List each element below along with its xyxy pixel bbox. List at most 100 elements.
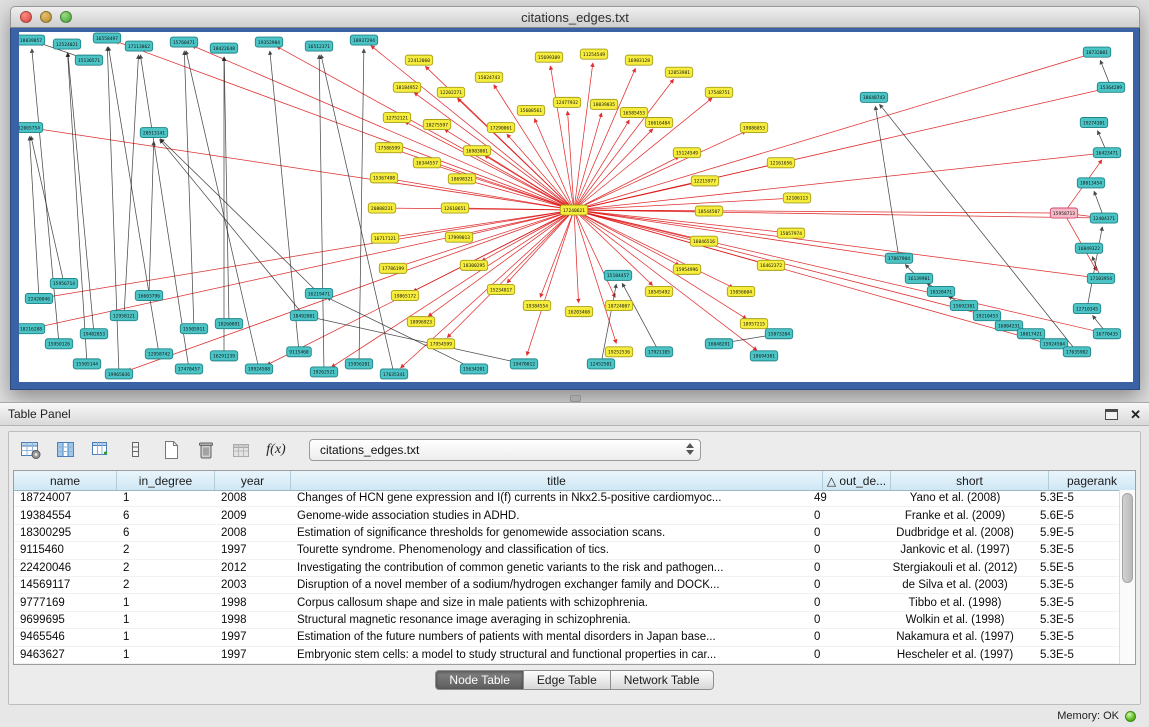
graph-node[interactable]: 19352984 bbox=[255, 37, 282, 47]
graph-node[interactable]: 17921105 bbox=[645, 347, 672, 357]
graph-node[interactable]: 17635902 bbox=[1063, 347, 1090, 357]
graph-node[interactable]: 12710345 bbox=[1073, 304, 1100, 314]
graph-node[interactable]: 18957215 bbox=[740, 319, 767, 329]
column-header[interactable]: △ out_de... bbox=[823, 471, 891, 490]
graph-node[interactable]: 15692301 bbox=[950, 301, 977, 311]
select-columns-button[interactable] bbox=[54, 438, 78, 462]
graph-node[interactable]: 16770435 bbox=[1093, 329, 1120, 339]
graph-node[interactable]: 16344557 bbox=[413, 158, 440, 168]
table-row[interactable]: 946362711997Embryonic stem cells: a mode… bbox=[14, 647, 1120, 664]
add-column-button[interactable] bbox=[89, 438, 113, 462]
graph-node[interactable]: 17635341 bbox=[380, 369, 407, 379]
table-settings-button[interactable] bbox=[19, 438, 43, 462]
graph-node[interactable]: 16048291 bbox=[705, 339, 732, 349]
table-row[interactable]: 1938455462009Genome-wide association stu… bbox=[14, 507, 1120, 524]
graph-node[interactable]: 18422648 bbox=[210, 43, 237, 53]
graph-node[interactable]: 12610651 bbox=[441, 203, 468, 213]
table-row[interactable]: 1456911722003Disruption of a novel membe… bbox=[14, 577, 1120, 594]
graph-node[interactable]: 16512371 bbox=[305, 41, 332, 51]
graph-node[interactable]: 16558497 bbox=[93, 33, 120, 43]
graph-node[interactable]: 19924508 bbox=[245, 364, 272, 374]
graph-node[interactable]: 18724007 bbox=[605, 301, 632, 311]
graph-node[interactable]: 12477932 bbox=[553, 97, 580, 107]
zoom-window-button[interactable] bbox=[60, 11, 72, 23]
graph-node[interactable]: 19210453 bbox=[973, 311, 1000, 321]
graph-node[interactable]: 12958121 bbox=[110, 311, 137, 321]
column-header[interactable]: year bbox=[215, 471, 291, 490]
column-header[interactable]: pagerank bbox=[1049, 471, 1135, 490]
graph-node[interactable]: 19470012 bbox=[510, 359, 537, 369]
graph-node[interactable]: 16585453 bbox=[620, 107, 647, 117]
graph-node[interactable]: 18694301 bbox=[750, 351, 777, 361]
graph-node[interactable]: 17548751 bbox=[705, 87, 732, 97]
network-canvas[interactable]: 1724062116616484151245491221597718544507… bbox=[19, 32, 1133, 382]
import-table-button[interactable] bbox=[229, 438, 253, 462]
graph-node[interactable]: 16291239 bbox=[210, 351, 237, 361]
graph-node[interactable]: 15367488 bbox=[370, 173, 397, 183]
graph-node[interactable]: 18839057 bbox=[19, 35, 45, 45]
tab-node-table[interactable]: Node Table bbox=[435, 670, 524, 690]
graph-node[interactable]: 18320471 bbox=[927, 286, 954, 296]
graph-node[interactable]: 9115460 bbox=[287, 347, 312, 357]
graph-node[interactable]: 19384554 bbox=[523, 301, 550, 311]
graph-node[interactable]: 17867904 bbox=[885, 253, 912, 263]
graph-node[interactable]: 18184952 bbox=[393, 82, 420, 92]
table-row[interactable]: 1872400712008Changes of HCN gene express… bbox=[14, 490, 1120, 507]
table-row[interactable]: 969969511998Structural magnetic resonanc… bbox=[14, 612, 1120, 629]
graph-node[interactable]: 17470457 bbox=[175, 364, 202, 374]
graph-node[interactable]: 18937294 bbox=[350, 35, 377, 45]
tab-network-table[interactable]: Network Table bbox=[611, 670, 714, 690]
graph-node[interactable]: 12215977 bbox=[691, 176, 718, 186]
table-vertical-scrollbar[interactable] bbox=[1119, 490, 1135, 664]
graph-node[interactable]: 15057974 bbox=[777, 228, 804, 238]
table-row[interactable]: 977716911998Corpus callosum shape and si… bbox=[14, 594, 1120, 611]
graph-node[interactable]: 18275597 bbox=[423, 120, 450, 130]
graph-node[interactable]: 15873204 bbox=[765, 329, 792, 339]
graph-node[interactable]: 18017421 bbox=[1017, 329, 1044, 339]
graph-node[interactable]: 15056604 bbox=[727, 286, 754, 296]
graph-node[interactable]: 18698321 bbox=[448, 174, 475, 184]
function-builder-button[interactable]: f(x) bbox=[264, 438, 288, 462]
graph-node[interactable]: 18216288 bbox=[19, 324, 45, 334]
graph-node[interactable]: 15364289 bbox=[1097, 82, 1124, 92]
graph-node[interactable]: 12524021 bbox=[53, 39, 80, 49]
scrollbar-thumb[interactable] bbox=[1122, 493, 1133, 583]
graph-node[interactable]: 16219471 bbox=[305, 288, 332, 298]
graph-node[interactable]: 15634201 bbox=[460, 364, 487, 374]
graph-node[interactable]: 15950126 bbox=[45, 339, 72, 349]
graph-node[interactable]: 15130571 bbox=[75, 55, 102, 65]
graph-node[interactable]: 15824743 bbox=[475, 72, 502, 82]
graph-node[interactable]: 15954996 bbox=[673, 264, 700, 274]
graph-node[interactable]: 15505911 bbox=[180, 324, 207, 334]
graph-node[interactable]: 15505144 bbox=[73, 359, 100, 369]
graph-node[interactable]: 16983128 bbox=[625, 55, 652, 65]
graph-node[interactable]: 17999013 bbox=[445, 232, 472, 242]
graph-node[interactable]: 20808231 bbox=[368, 203, 395, 213]
graph-node[interactable]: 15608561 bbox=[517, 105, 544, 115]
graph-node[interactable]: 15956201 bbox=[345, 359, 372, 369]
new-table-button[interactable] bbox=[159, 438, 183, 462]
graph-node[interactable]: 16616484 bbox=[645, 117, 672, 127]
table-row[interactable]: 946554611997Estimation of the future num… bbox=[14, 629, 1120, 646]
graph-node[interactable]: 17954599 bbox=[427, 339, 454, 349]
graph-node[interactable]: 15184457 bbox=[604, 270, 631, 280]
column-header[interactable]: title bbox=[291, 471, 823, 490]
graph-node[interactable]: 18260891 bbox=[215, 319, 242, 329]
column-header[interactable]: short bbox=[891, 471, 1049, 490]
table-row[interactable]: 2242004622012Investigating the contribut… bbox=[14, 560, 1120, 577]
memory-status-icon[interactable] bbox=[1125, 711, 1136, 722]
close-window-button[interactable] bbox=[20, 11, 32, 23]
graph-node[interactable]: 22420046 bbox=[25, 293, 52, 303]
graph-node[interactable]: 18996923 bbox=[407, 317, 434, 327]
graph-node[interactable]: 18545492 bbox=[645, 286, 672, 296]
graph-node[interactable]: 19865172 bbox=[391, 290, 418, 300]
panel-drag-handle[interactable] bbox=[570, 395, 581, 402]
graph-node[interactable]: 19086053 bbox=[740, 123, 767, 133]
graph-node[interactable]: 19482853 bbox=[80, 329, 107, 339]
graph-node[interactable]: 19262521 bbox=[310, 367, 337, 377]
graph-node[interactable]: 12958742 bbox=[145, 349, 172, 359]
graph-node[interactable]: 16983801 bbox=[463, 146, 490, 156]
graph-node[interactable]: 16849322 bbox=[1075, 243, 1102, 253]
graph-node[interactable]: 15124549 bbox=[673, 148, 700, 158]
graph-node[interactable]: 22412060 bbox=[405, 55, 432, 65]
